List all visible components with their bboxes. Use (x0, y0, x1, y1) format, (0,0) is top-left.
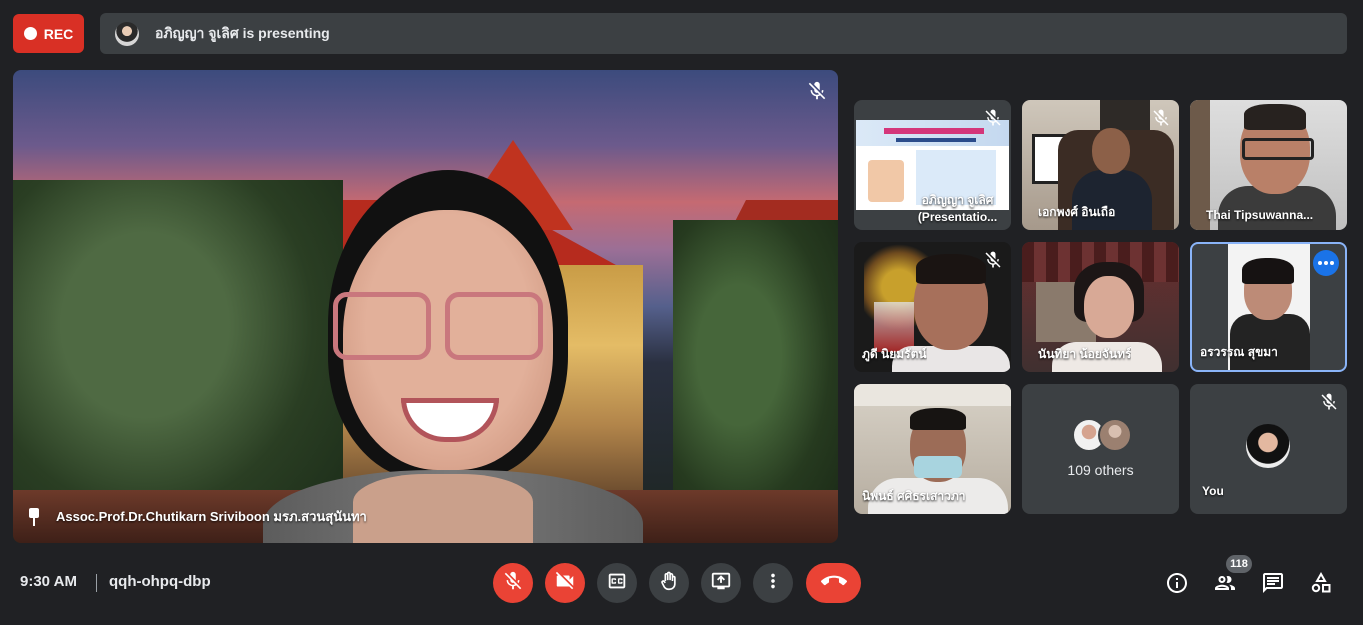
more-options-button[interactable] (753, 563, 793, 603)
participant-name: อภิญญา จูเลิศ (Presentatio... (917, 193, 998, 224)
info-icon (1165, 573, 1189, 599)
recording-label: REC (43, 25, 74, 42)
participant-tile[interactable]: Thai Tipsuwanna... (1190, 100, 1347, 230)
more-options-icon[interactable] (1313, 250, 1339, 276)
self-avatar (1246, 424, 1290, 468)
pin-icon[interactable] (26, 507, 42, 526)
activities-icon (1309, 571, 1333, 599)
presenting-banner[interactable]: อภิญญา จูเลิศ is presenting (100, 13, 1347, 54)
raise-hand-icon (658, 570, 680, 597)
mic-toggle-button[interactable] (493, 563, 533, 603)
people-button[interactable] (1213, 571, 1237, 595)
mic-off-icon (1319, 392, 1339, 417)
presenter-avatar (115, 21, 139, 46)
participant-name: ภูดี นิยมรัตน์ (862, 347, 927, 361)
meeting-code: qqh-ohpq-dbp (109, 573, 211, 590)
participant-tile[interactable]: นิพนธ์ ศศิธรเสาวภา (854, 384, 1011, 514)
participant-name: นันทิยา น้อยจันทร์ (1038, 347, 1132, 361)
raise-hand-button[interactable] (649, 563, 689, 603)
others-avatars (1072, 418, 1136, 452)
mic-off-icon (983, 108, 1003, 133)
participant-tile[interactable]: เอกพงศ์ อินเถือ (1022, 100, 1179, 230)
others-count: 109 others (1067, 462, 1134, 478)
participant-name: นิพนธ์ ศศิธรเสาวภา (862, 489, 966, 503)
participant-tile[interactable]: นันทิยา น้อยจันทร์ (1022, 242, 1179, 372)
end-call-icon (820, 568, 847, 599)
participant-tile[interactable]: ภูดี นิยมรัตน์ (854, 242, 1011, 372)
more-vert-icon (762, 570, 784, 597)
recording-indicator[interactable]: REC (13, 14, 84, 53)
speaker-video (213, 170, 683, 543)
chat-button[interactable] (1261, 571, 1285, 595)
presenting-text: อภิญญา จูเลิศ is presenting (155, 24, 330, 41)
chat-icon (1261, 573, 1285, 599)
speaker-name-label: Assoc.Prof.Dr.Chutikarn Sriviboon มรภ.สว… (26, 506, 367, 527)
mic-off-icon (983, 250, 1003, 275)
others-tile[interactable]: 109 others (1022, 384, 1179, 514)
self-name: You (1202, 484, 1224, 498)
captions-button[interactable] (597, 563, 637, 603)
camera-off-icon (554, 570, 576, 597)
participant-tile-active[interactable]: อรวรรณ สุขมา (1190, 242, 1347, 372)
record-dot-icon (23, 27, 37, 40)
participant-tile[interactable]: อภิญญา จูเลิศ (Presentatio... (854, 100, 1011, 230)
participant-name: Thai Tipsuwanna... (1206, 208, 1314, 222)
mic-off-icon (502, 570, 524, 597)
participant-name: อรวรรณ สุขมา (1200, 345, 1278, 359)
camera-toggle-button[interactable] (545, 563, 585, 603)
main-video-tile[interactable]: Assoc.Prof.Dr.Chutikarn Sriviboon มรภ.สว… (13, 70, 838, 543)
present-now-icon (710, 570, 732, 597)
meeting-details-button[interactable] (1165, 571, 1189, 595)
clock: 9:30 AM (20, 573, 77, 590)
people-icon (1213, 576, 1237, 599)
divider (96, 574, 97, 592)
activities-button[interactable] (1309, 571, 1333, 595)
mic-off-icon (1151, 108, 1171, 133)
end-call-button[interactable] (806, 563, 861, 603)
avatar (1098, 418, 1132, 452)
mic-off-icon (806, 80, 828, 102)
present-now-button[interactable] (701, 563, 741, 603)
participant-name: เอกพงศ์ อินเถือ (1038, 205, 1116, 219)
captions-icon (606, 570, 628, 597)
self-tile[interactable]: You (1190, 384, 1347, 514)
people-count-badge: 118 (1226, 555, 1252, 573)
